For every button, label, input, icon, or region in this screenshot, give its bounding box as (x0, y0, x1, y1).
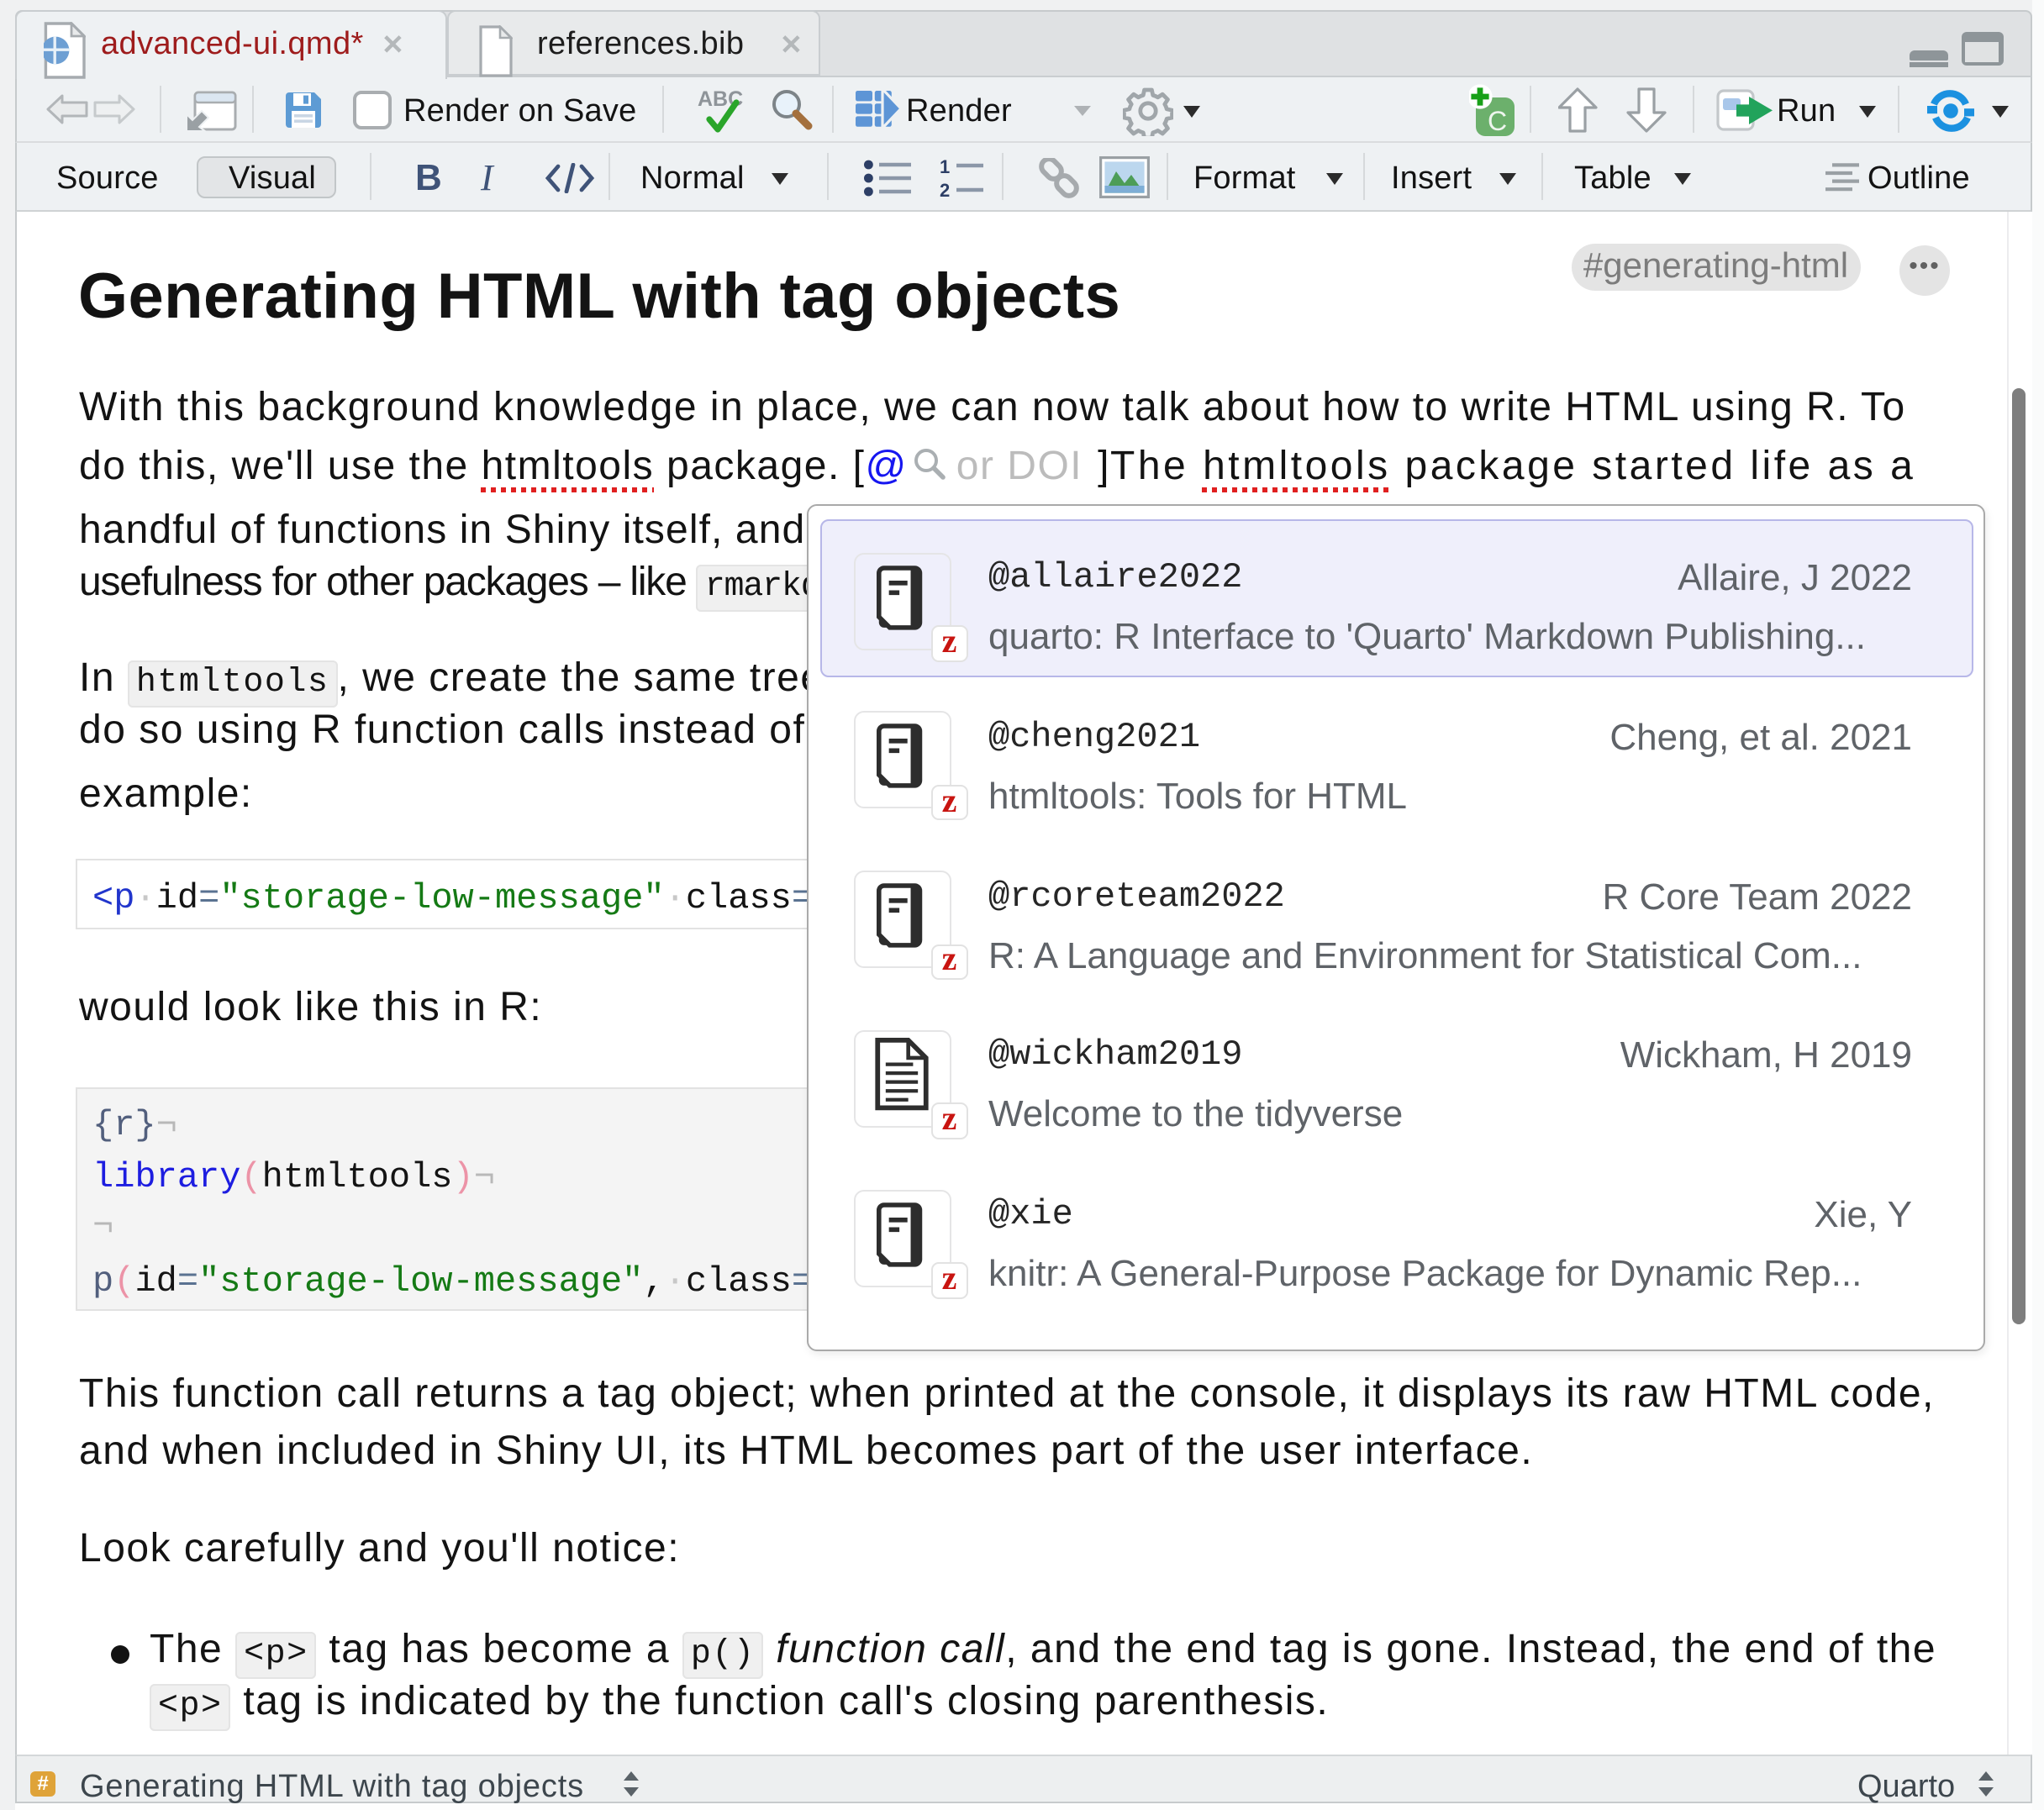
svg-text:1: 1 (940, 157, 950, 176)
svg-text:2: 2 (940, 179, 950, 197)
svg-text:C: C (1488, 106, 1507, 136)
